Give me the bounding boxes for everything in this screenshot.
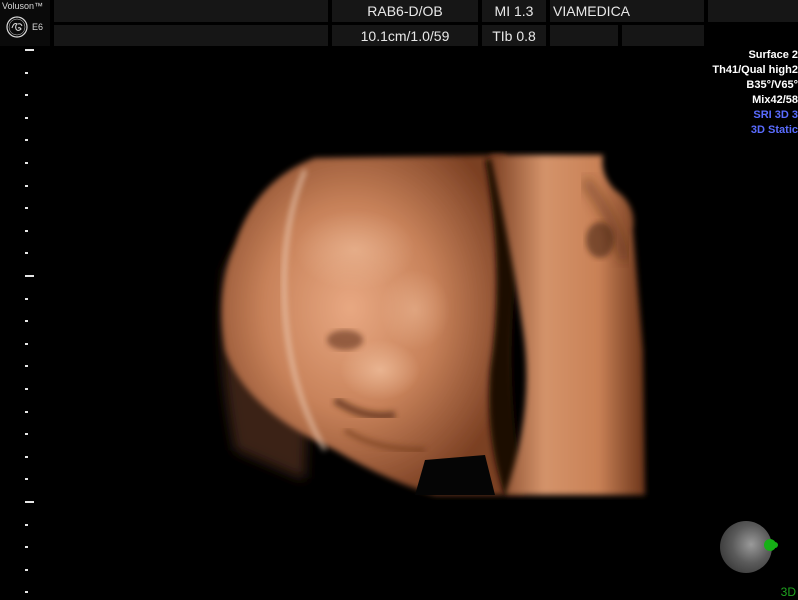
ruler-minor-tick: [25, 478, 28, 480]
ruler-minor-tick: [25, 365, 28, 367]
ruler-minor-tick: [25, 139, 28, 141]
ruler-minor-tick: [25, 388, 28, 390]
model-label: E6: [32, 22, 44, 32]
tib-value: TIb 0.8: [482, 25, 546, 46]
acquisition-mode: 3D Static: [750, 124, 798, 136]
ruler-minor-tick: [25, 72, 28, 74]
header-cell-empty-5: [622, 25, 704, 46]
header-cell-empty-1: [54, 0, 328, 22]
depth-value: 10.1cm/1.0/59: [332, 25, 478, 46]
ruler-minor-tick: [25, 456, 28, 458]
probe-label: RAB6-D/OB: [332, 0, 478, 22]
brand-name: Voluson™: [2, 1, 44, 11]
threshold-quality: Th41/Qual high2: [712, 64, 798, 76]
render-mode-label: 3D: [780, 585, 796, 599]
ruler-minor-tick: [25, 320, 28, 322]
sri-level: SRI 3D 3: [753, 109, 798, 121]
institution-label: VIAMEDICA: [550, 0, 704, 22]
ruler-minor-tick: [25, 162, 28, 164]
volume-angles: B35°/V65°: [746, 79, 798, 91]
ruler-minor-tick: [25, 252, 28, 254]
ruler-minor-tick: [25, 569, 28, 571]
ruler-major-tick: [25, 501, 34, 503]
ruler-minor-tick: [25, 411, 28, 413]
probe-marker-icon: [764, 539, 778, 551]
ruler-minor-tick: [25, 117, 28, 119]
mix-ratio: Mix42/58: [752, 94, 798, 106]
ruler-major-tick: [25, 275, 34, 277]
ruler-minor-tick: [25, 524, 28, 526]
brand-block: Voluson™ E6: [0, 0, 50, 46]
ruler-minor-tick: [25, 298, 28, 300]
ruler-major-tick: [25, 49, 34, 51]
header-cell-empty-2: [708, 0, 798, 22]
header-cell-empty-4: [550, 25, 618, 46]
ruler-minor-tick: [25, 343, 28, 345]
ruler-minor-tick: [25, 207, 28, 209]
ruler-minor-tick: [25, 185, 28, 187]
ge-monogram-icon: [6, 16, 28, 38]
surface-mode: Surface 2: [748, 49, 798, 61]
ruler-minor-tick: [25, 433, 28, 435]
ruler-minor-tick: [25, 591, 28, 593]
ruler-minor-tick: [25, 94, 28, 96]
ruler-minor-tick: [25, 546, 28, 548]
ruler-minor-tick: [25, 230, 28, 232]
mi-value: MI 1.3: [482, 0, 546, 22]
header-cell-empty-3: [54, 25, 328, 46]
fetal-3d-surface-render: [221, 155, 645, 495]
ultrasound-screen: Voluson™ E6 RAB6-D/OB MI 1.3 VIAMEDICA 1…: [0, 0, 798, 600]
